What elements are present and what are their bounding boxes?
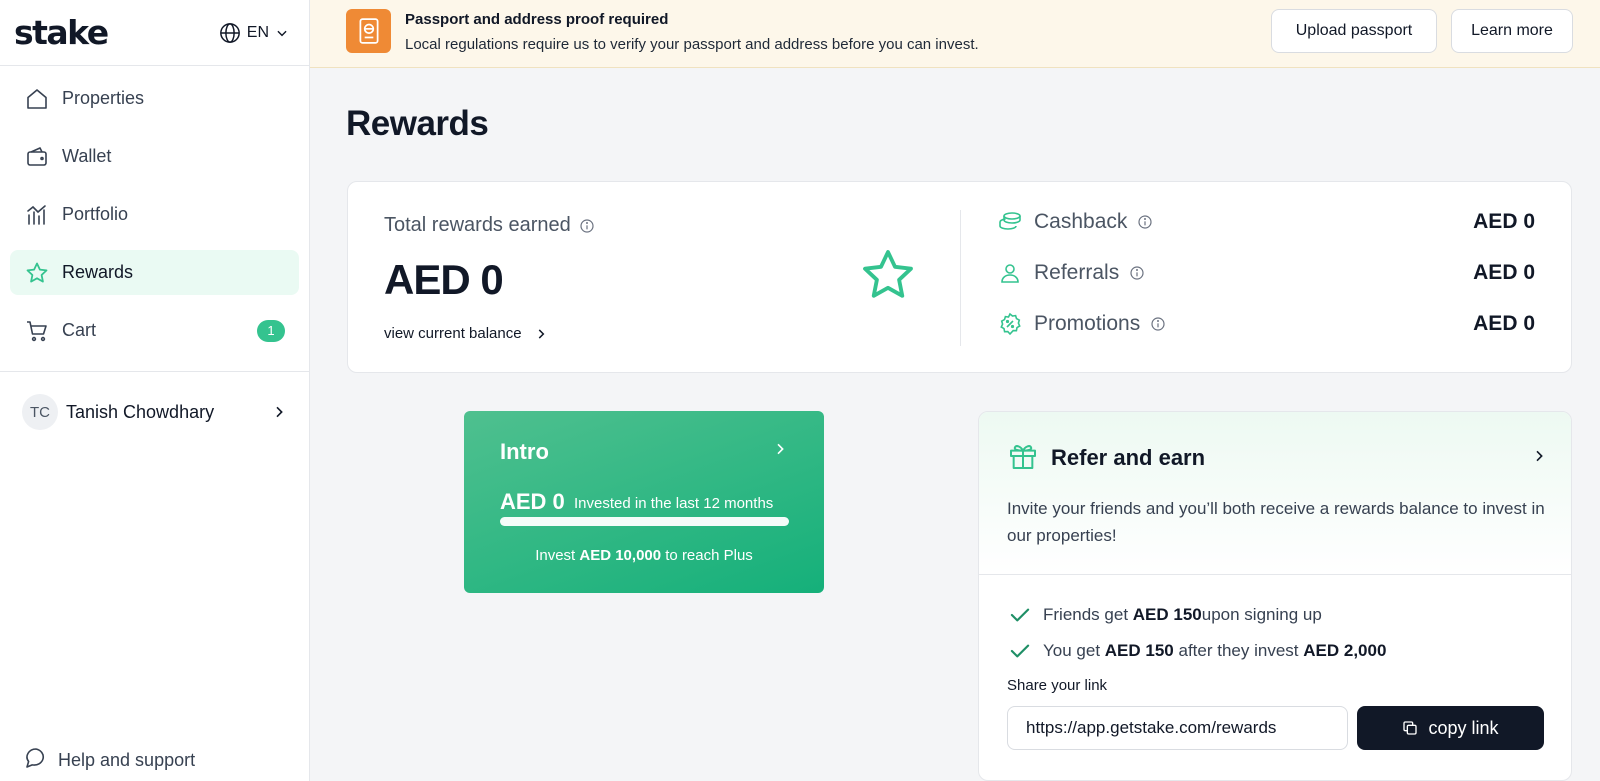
copy-link-button[interactable]: copy link bbox=[1357, 706, 1544, 750]
info-icon[interactable] bbox=[1137, 214, 1153, 230]
total-rewards-label: Total rewards earned bbox=[384, 214, 595, 237]
sidebar-item-cart[interactable]: Cart 1 bbox=[10, 308, 299, 353]
chevron-right-icon bbox=[276, 406, 283, 418]
perk-text: Friends get bbox=[1043, 605, 1129, 624]
passport-icon bbox=[346, 9, 391, 53]
refer-header[interactable]: Refer and earn Invite your friends and y… bbox=[979, 412, 1571, 575]
banner-text: Local regulations require us to verify y… bbox=[405, 36, 979, 53]
referrals-label: Referrals bbox=[1034, 261, 1120, 284]
promotions-label: Promotions bbox=[1034, 312, 1141, 335]
user-profile-row[interactable]: TC Tanish Chowdhary bbox=[22, 392, 287, 432]
tier-goal-text: Invest AED 10,000 to reach Plus bbox=[464, 547, 824, 564]
invested-period-label: Invested in the last 12 months bbox=[574, 495, 774, 512]
promotions-amount: AED 0 bbox=[1473, 312, 1535, 335]
copy-link-label: copy link bbox=[1428, 717, 1499, 738]
perk-text: upon signing up bbox=[1201, 605, 1322, 624]
globe-icon bbox=[219, 22, 240, 43]
share-link-label: Share your link bbox=[1007, 677, 1108, 694]
cart-icon bbox=[24, 318, 50, 344]
sidebar-item-wallet[interactable]: Wallet bbox=[10, 134, 299, 179]
chart-icon bbox=[24, 202, 50, 228]
refer-title: Refer and earn bbox=[1051, 445, 1206, 470]
coins-icon bbox=[998, 211, 1024, 233]
perk-you: You get AED 150 after they invest AED 2,… bbox=[1009, 639, 1386, 663]
info-icon[interactable] bbox=[1129, 265, 1145, 281]
chevron-right-icon bbox=[1536, 450, 1543, 462]
chevron-right-icon bbox=[777, 443, 784, 455]
chat-bubble-icon bbox=[24, 746, 48, 775]
share-link-input[interactable] bbox=[1007, 706, 1348, 750]
sidebar-nav: Properties Wallet Portfolio Rewards Cart… bbox=[0, 66, 309, 372]
info-icon[interactable] bbox=[579, 218, 595, 234]
help-label: Help and support bbox=[58, 750, 196, 770]
view-current-balance-link[interactable]: view current balance bbox=[384, 325, 548, 342]
wallet-icon bbox=[24, 144, 50, 170]
star-icon bbox=[24, 260, 50, 286]
gift-icon bbox=[1010, 445, 1036, 469]
perk-text: You get bbox=[1043, 641, 1101, 660]
view-balance-label: view current balance bbox=[384, 325, 522, 342]
stake-logo[interactable]: stake bbox=[14, 13, 109, 52]
tier-title: Intro bbox=[500, 439, 549, 464]
perk-text: after they invest bbox=[1178, 641, 1299, 660]
language-label: EN bbox=[246, 23, 269, 41]
summary-divider bbox=[960, 210, 961, 346]
perk-friends: Friends get AED 150 upon signing up bbox=[1009, 603, 1322, 627]
chevron-right-icon bbox=[538, 328, 544, 339]
cashback-label: Cashback bbox=[1034, 210, 1128, 233]
check-icon bbox=[1010, 644, 1030, 658]
promotions-row: Promotions AED 0 bbox=[998, 309, 1535, 339]
cashback-row: Cashback AED 0 bbox=[998, 207, 1535, 237]
check-icon bbox=[1010, 608, 1030, 622]
goal-amount: AED 10,000 bbox=[579, 547, 662, 564]
cashback-amount: AED 0 bbox=[1473, 210, 1535, 233]
referrals-amount: AED 0 bbox=[1473, 261, 1535, 284]
page-title: Rewards bbox=[346, 104, 489, 143]
tier-progress-bar bbox=[500, 517, 789, 526]
user-name: Tanish Chowdhary bbox=[66, 401, 215, 422]
star-icon bbox=[863, 250, 913, 298]
verification-banner: Passport and address proof required Loca… bbox=[310, 0, 1600, 68]
total-rewards-text: Total rewards earned bbox=[384, 214, 571, 236]
sidebar-item-portfolio[interactable]: Portfolio bbox=[10, 192, 299, 237]
perk-amount: AED 2,000 bbox=[1303, 641, 1387, 660]
home-icon bbox=[24, 86, 50, 112]
refer-and-earn-card: Refer and earn Invite your friends and y… bbox=[978, 411, 1572, 781]
cart-count-badge: 1 bbox=[257, 319, 285, 342]
logo-row: stake EN bbox=[0, 0, 309, 66]
upload-passport-button[interactable]: Upload passport bbox=[1271, 9, 1437, 53]
sidebar: stake EN Properties Wallet Portfolio Rew… bbox=[0, 0, 310, 781]
goal-prefix: Invest bbox=[535, 547, 580, 564]
refer-description: Invite your friends and you’ll both rece… bbox=[1007, 499, 1545, 545]
perk-amount: AED 150 bbox=[1104, 641, 1174, 660]
copy-icon bbox=[1403, 721, 1418, 735]
discount-icon bbox=[998, 312, 1024, 336]
help-and-support-link[interactable]: Help and support bbox=[24, 746, 195, 775]
sidebar-item-properties[interactable]: Properties bbox=[10, 76, 299, 121]
perk-amount: AED 150 bbox=[1132, 605, 1202, 624]
sidebar-item-label: Properties bbox=[62, 88, 145, 108]
chevron-down-icon bbox=[277, 30, 287, 36]
sidebar-item-rewards[interactable]: Rewards bbox=[10, 250, 299, 295]
rewards-summary-card: Total rewards earned AED 0 view current … bbox=[347, 181, 1572, 373]
sidebar-item-label: Cart bbox=[62, 320, 97, 340]
total-rewards-value: AED 0 bbox=[384, 256, 504, 303]
sidebar-item-label: Wallet bbox=[62, 146, 112, 166]
intro-tier-card[interactable]: Intro AED 0 Invested in the last 12 mont… bbox=[464, 411, 824, 593]
sidebar-item-label: Rewards bbox=[62, 262, 134, 282]
avatar: TC bbox=[22, 394, 58, 430]
referrals-row: Referrals AED 0 bbox=[998, 258, 1535, 288]
banner-title: Passport and address proof required bbox=[405, 11, 669, 28]
user-icon bbox=[998, 261, 1024, 285]
language-selector[interactable]: EN bbox=[219, 22, 289, 44]
sidebar-item-label: Portfolio bbox=[62, 204, 129, 224]
invested-amount: AED 0 bbox=[500, 489, 565, 514]
info-icon[interactable] bbox=[1150, 316, 1166, 332]
learn-more-button[interactable]: Learn more bbox=[1451, 9, 1573, 53]
goal-suffix: to reach Plus bbox=[661, 547, 753, 564]
